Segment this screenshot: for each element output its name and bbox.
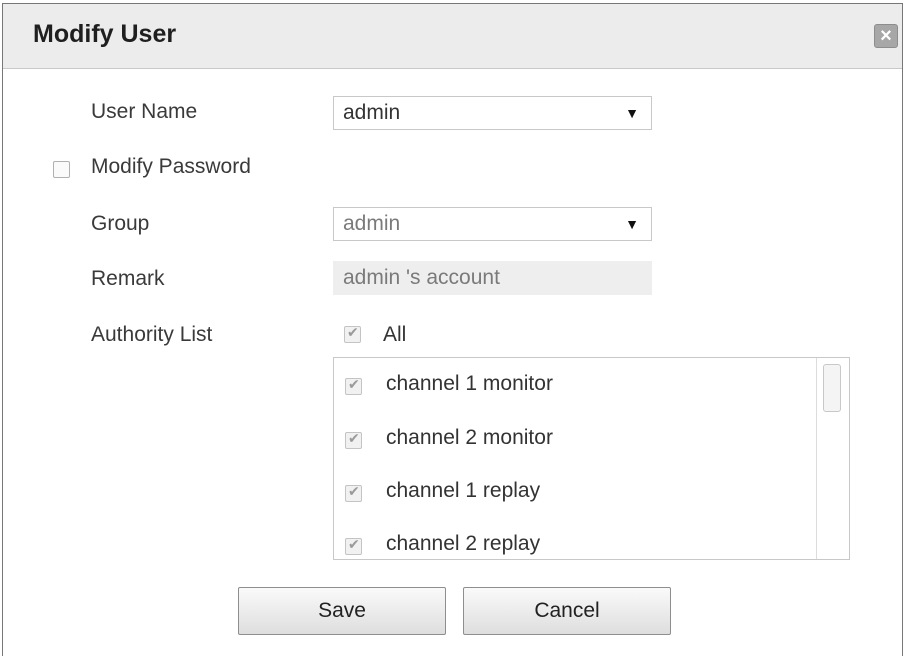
remark-value: admin 's account (343, 266, 500, 289)
group-label: Group (91, 212, 150, 235)
dialog-title: Modify User (33, 20, 177, 48)
authority-item-label: channel 2 monitor (386, 426, 553, 449)
list-item[interactable]: channel 1 monitor (334, 370, 814, 400)
user-name-value: admin (343, 101, 401, 124)
modify-password-label: Modify Password (91, 155, 251, 178)
group-select[interactable]: admin ▼ (333, 207, 652, 241)
authority-list-scrollbar[interactable] (816, 358, 849, 559)
authority-checkbox[interactable] (345, 376, 362, 395)
cancel-button[interactable]: Cancel (463, 587, 671, 635)
user-name-label: User Name (91, 100, 198, 123)
user-name-select[interactable]: admin ▼ (333, 96, 652, 130)
all-label: All (383, 323, 407, 346)
authority-checkbox[interactable] (345, 430, 362, 449)
chevron-down-icon: ▼ (625, 105, 639, 121)
group-value: admin (343, 212, 401, 235)
dialog-titlebar: Modify User × (3, 4, 902, 69)
modify-password-checkbox[interactable] (53, 161, 70, 178)
chevron-down-icon: ▼ (625, 216, 639, 232)
save-button[interactable]: Save (238, 587, 446, 635)
authority-list[interactable]: channel 1 monitor channel 2 monitor chan… (333, 357, 850, 560)
authority-item-label: channel 1 monitor (386, 372, 553, 395)
scrollbar-thumb[interactable] (823, 364, 841, 412)
authority-checkbox[interactable] (345, 483, 362, 502)
close-icon[interactable]: × (874, 24, 898, 48)
authority-list-label: Authority List (91, 323, 213, 346)
list-item[interactable]: channel 2 monitor (334, 424, 814, 454)
all-checkbox[interactable] (344, 324, 361, 343)
authority-item-label: channel 2 replay (386, 532, 541, 555)
authority-checkbox[interactable] (345, 536, 362, 555)
modify-user-dialog: Modify User × User Name admin ▼ Modify P… (2, 3, 903, 656)
list-item[interactable]: channel 2 replay (334, 530, 814, 559)
list-item[interactable]: channel 1 replay (334, 477, 814, 507)
remark-label: Remark (91, 267, 165, 290)
authority-item-label: channel 1 replay (386, 479, 541, 502)
remark-field[interactable]: admin 's account (333, 261, 652, 295)
